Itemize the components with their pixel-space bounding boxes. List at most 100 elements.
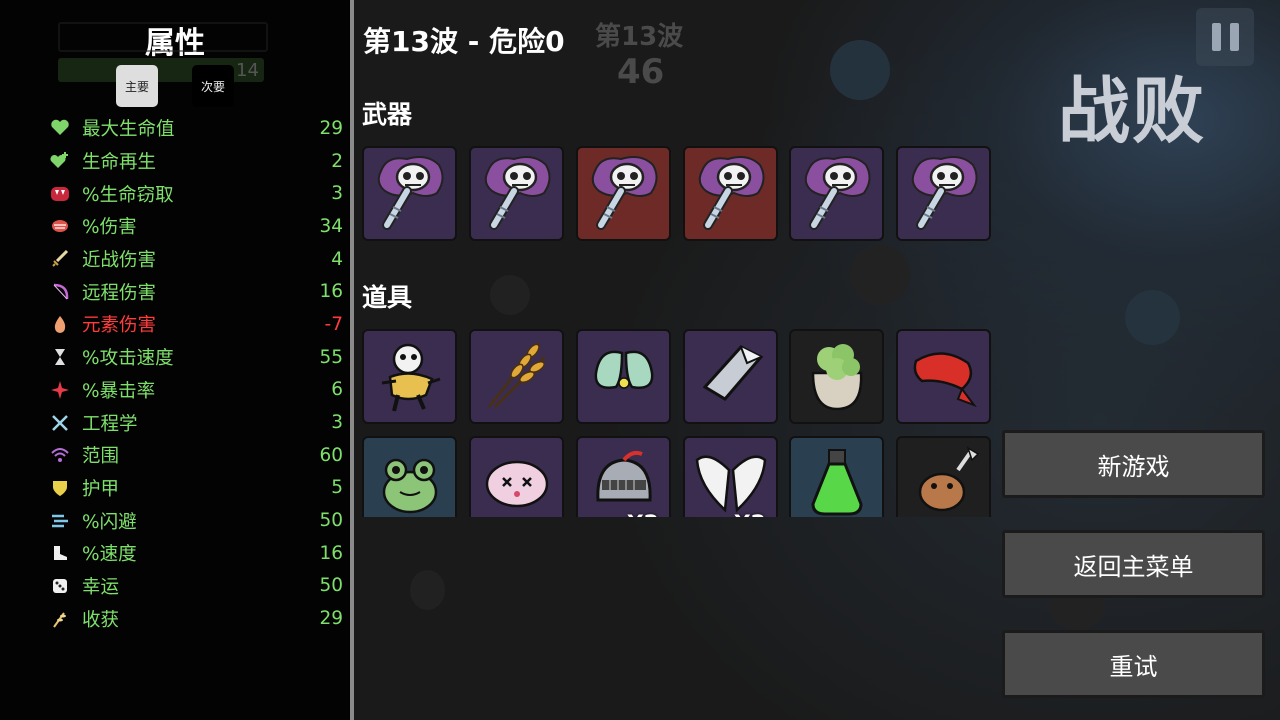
background-timer: 46 — [617, 52, 665, 92]
stat-row: %暴击率 6 — [48, 374, 343, 407]
stat-value: 16 — [319, 542, 343, 564]
heart-icon — [48, 116, 72, 140]
muscle-icon — [48, 214, 72, 238]
stat-label: %攻击速度 — [82, 348, 174, 370]
flame-icon — [48, 312, 72, 336]
item-count: X2 — [627, 512, 659, 517]
background-wave-label: 第13波 — [595, 22, 684, 52]
stat-row: %速度 16 — [48, 537, 343, 570]
stat-value: 50 — [319, 510, 343, 532]
stat-value: 3 — [331, 412, 343, 434]
item-slot[interactable] — [896, 436, 991, 517]
frog-icon — [368, 440, 452, 518]
item-slot[interactable] — [576, 329, 671, 424]
tab-primary-stats[interactable]: 主要 — [116, 65, 158, 107]
skull-axe-icon — [581, 149, 667, 239]
dead-blob-icon — [475, 440, 559, 518]
item-slot[interactable] — [789, 436, 884, 517]
skull-axe-icon — [794, 149, 880, 239]
stat-row: 最大生命值 29 — [48, 112, 343, 145]
skull-axe-icon — [688, 149, 774, 239]
stat-label: 远程伤害 — [82, 282, 157, 304]
weapon-slot[interactable] — [896, 146, 991, 241]
items-label: 道具 — [362, 283, 413, 312]
item-slot[interactable] — [362, 436, 457, 517]
stat-label: %生命窃取 — [82, 184, 174, 206]
dice-icon — [48, 574, 72, 598]
fertilizer-bag-icon — [795, 333, 879, 421]
stat-value: 29 — [319, 117, 343, 139]
stat-row: 护甲 5 — [48, 472, 343, 505]
stat-value: 5 — [331, 477, 343, 499]
weapon-slot[interactable] — [469, 146, 564, 241]
stat-label: %速度 — [82, 544, 137, 566]
range-icon — [48, 443, 72, 467]
stat-row: 工程学 3 — [48, 406, 343, 439]
background-material-count: 14 — [236, 60, 259, 81]
metal-plate-icon — [689, 333, 773, 421]
item-slot[interactable] — [683, 329, 778, 424]
item-slot[interactable] — [896, 329, 991, 424]
crit-star-icon — [48, 378, 72, 402]
item-slot[interactable] — [789, 329, 884, 424]
stat-value: 6 — [331, 379, 343, 401]
stat-label: 近战伤害 — [82, 250, 157, 272]
lumberjack-icon — [902, 440, 986, 518]
pause-button[interactable] — [1196, 8, 1254, 66]
item-slot[interactable] — [469, 329, 564, 424]
weapon-slot[interactable] — [789, 146, 884, 241]
item-slot[interactable] — [469, 436, 564, 517]
stat-row: 远程伤害 16 — [48, 275, 343, 308]
stat-label: %闪避 — [82, 511, 137, 533]
enemy-silhouette — [830, 40, 890, 100]
item-slot[interactable]: X2 — [683, 436, 778, 517]
angel-wings-icon — [689, 440, 773, 518]
stat-row: %伤害 34 — [48, 210, 343, 243]
stat-label: %暴击率 — [82, 380, 156, 402]
weapon-slot[interactable] — [683, 146, 778, 241]
item-slot[interactable]: X2 — [576, 436, 671, 517]
retry-button[interactable]: 重试 — [1002, 630, 1265, 698]
new-game-button[interactable]: 新游戏 — [1002, 430, 1265, 498]
weapon-slot[interactable] — [576, 146, 671, 241]
stat-value: 60 — [319, 444, 343, 466]
stat-row: 近战伤害 4 — [48, 243, 343, 276]
item-count: X2 — [734, 512, 766, 517]
tab-secondary-stats[interactable]: 次要 — [192, 65, 234, 107]
stat-label: 最大生命值 — [82, 119, 175, 141]
stat-value: -7 — [324, 313, 343, 335]
stat-value: 34 — [319, 215, 343, 237]
stat-label: 幸运 — [82, 576, 120, 598]
stat-label: 工程学 — [82, 413, 138, 435]
stat-value: 4 — [331, 248, 343, 270]
pause-icon — [1211, 23, 1221, 51]
stat-label: 收获 — [82, 609, 120, 631]
stat-value: 29 — [319, 608, 343, 630]
stat-label: 生命再生 — [82, 152, 157, 174]
main-menu-button[interactable]: 返回主菜单 — [1002, 530, 1265, 598]
stat-label: 元素伤害 — [82, 315, 157, 337]
green-potion-icon — [795, 440, 879, 518]
weapons-label: 武器 — [362, 100, 413, 129]
stat-row: %闪避 50 — [48, 504, 343, 537]
enemy-silhouette — [490, 275, 530, 315]
defeat-title: 战败 — [1058, 69, 1207, 153]
skull-axe-icon — [367, 149, 453, 239]
panel-divider — [350, 0, 354, 720]
weapon-slot[interactable] — [362, 146, 457, 241]
stat-value: 50 — [319, 575, 343, 597]
stat-row: %生命窃取 3 — [48, 177, 343, 210]
enemy-silhouette — [850, 245, 910, 305]
heart-plus-icon — [48, 149, 72, 173]
sword-icon — [48, 247, 72, 271]
stat-label: 护甲 — [82, 478, 120, 500]
stat-row: %攻击速度 55 — [48, 341, 343, 374]
background-hp-bar — [58, 22, 268, 52]
stat-label: %伤害 — [82, 217, 137, 239]
stat-row: 生命再生 2 — [48, 145, 343, 178]
scarecrow-icon — [368, 333, 452, 421]
item-slot[interactable] — [362, 329, 457, 424]
boot-icon — [48, 541, 72, 565]
knight-helmet-icon — [582, 440, 666, 518]
shield-icon — [48, 476, 72, 500]
